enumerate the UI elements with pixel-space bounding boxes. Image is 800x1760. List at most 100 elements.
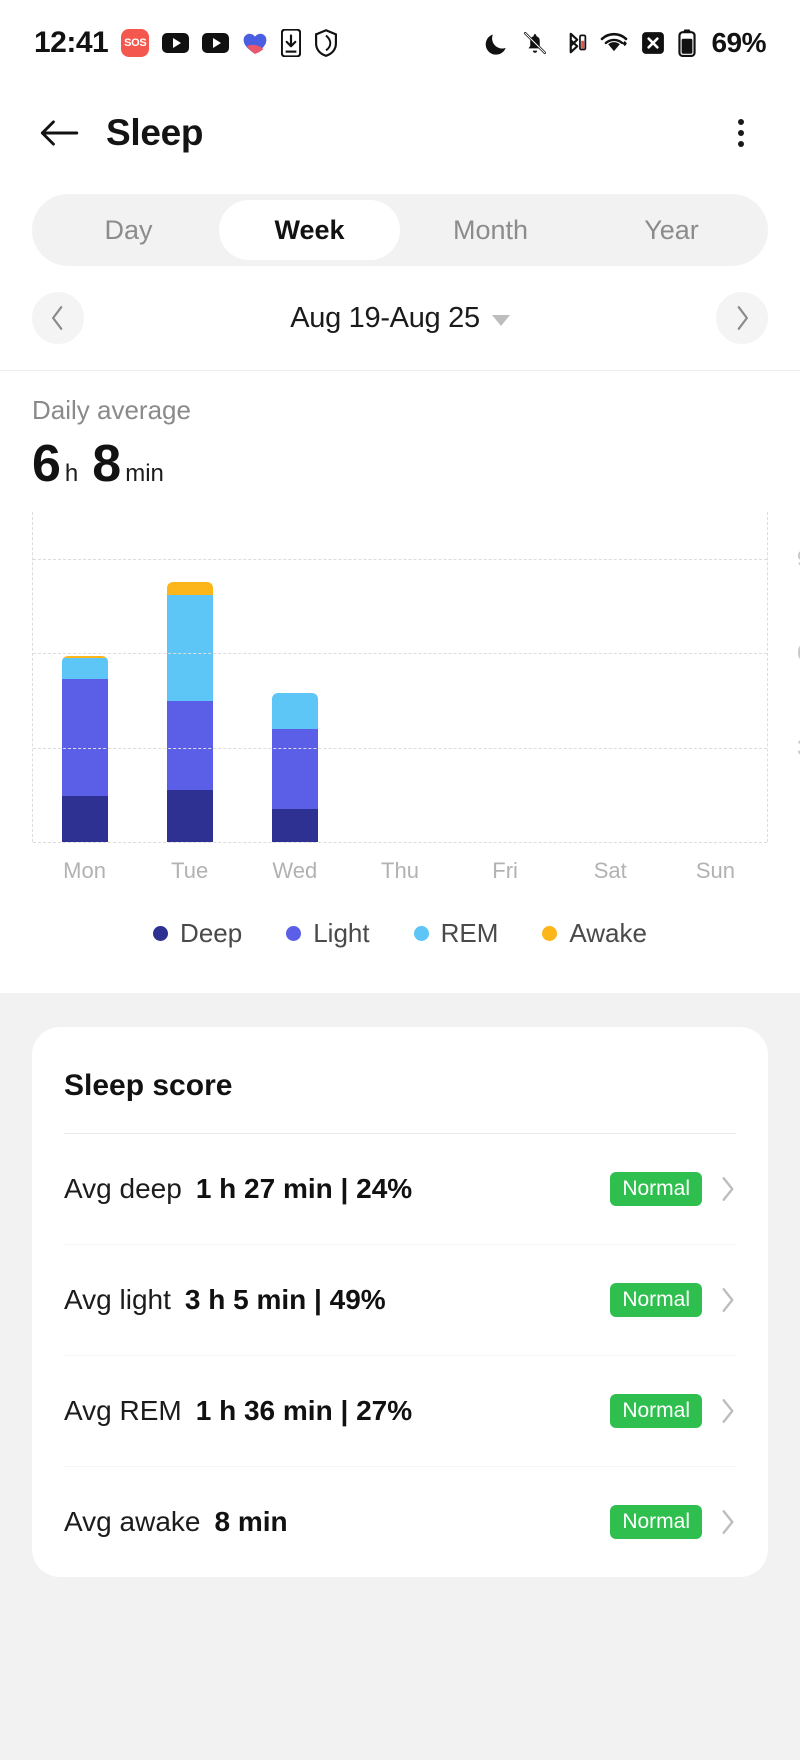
chart-bar-column[interactable] — [662, 512, 767, 842]
tab-year[interactable]: Year — [581, 200, 762, 260]
page-title: Sleep — [106, 112, 204, 153]
chevron-right-icon[interactable] — [720, 1397, 736, 1425]
wifi-icon — [600, 31, 628, 55]
chart-gridline — [33, 653, 767, 655]
tab-week[interactable]: Week — [219, 200, 400, 260]
more-vertical-icon[interactable] — [718, 110, 764, 156]
back-arrow-icon[interactable] — [36, 110, 82, 156]
status-time: 12:41 — [34, 26, 109, 59]
sleep-score-title: Sleep score — [64, 1069, 233, 1102]
score-row-text: Avg deep 1 h 27 min | 24% — [64, 1173, 412, 1205]
chart-bar-segment-rem — [272, 692, 319, 729]
chart-bar-column[interactable] — [138, 512, 243, 842]
tab-day[interactable]: Day — [38, 200, 219, 260]
chart-bar-segment-light — [272, 728, 319, 809]
chart-bar-segment-deep — [62, 796, 109, 842]
bell-muted-icon — [522, 30, 548, 56]
sos-icon: SOS — [121, 29, 150, 57]
chart-day-label: Thu — [381, 858, 419, 883]
youtube-icon — [162, 33, 190, 53]
average-hours: 6 — [32, 435, 61, 493]
chevron-right-icon[interactable] — [720, 1508, 736, 1536]
chart-baseline — [33, 842, 767, 843]
legend-label: Light — [313, 918, 370, 948]
chart-stacked-bar[interactable] — [167, 582, 214, 842]
status-badge: Normal — [610, 1504, 702, 1540]
daily-average-label: Daily average — [32, 395, 191, 425]
chart-day-label: Wed — [272, 858, 318, 883]
sleep-score-card: Sleep score Avg deep 1 h 27 min | 24% Norm… — [32, 1027, 768, 1577]
score-row-value: 8 min — [214, 1506, 288, 1537]
chart-gridline — [33, 747, 767, 749]
average-minutes: 8 — [92, 435, 121, 493]
legend-dot-light — [286, 926, 302, 941]
date-navigator: Aug 19-Aug 25 — [0, 266, 800, 370]
chart-bar-segment-light — [167, 700, 214, 791]
app-download-icon — [281, 29, 302, 57]
chart-legend: Deep Light REM Awake — [32, 918, 768, 993]
score-row-label: Avg light — [64, 1284, 171, 1315]
chart-day-label: Tue — [171, 858, 209, 883]
score-row-label: Avg deep — [64, 1173, 182, 1204]
status-badge: Normal — [610, 1282, 702, 1318]
moon-dnd-icon — [485, 30, 509, 56]
chart-stacked-bar[interactable] — [272, 692, 319, 842]
battery-percent: 69% — [711, 27, 766, 58]
daily-average-value: 6 h 8 min — [32, 438, 768, 490]
shield-icon — [314, 29, 338, 57]
chart-bar-segment-deep — [272, 809, 319, 842]
score-row-value: 1 h 27 min | 24% — [195, 1173, 413, 1204]
chart-day-label: Mon — [63, 858, 106, 883]
date-range-label: Aug 19-Aug 25 — [290, 301, 480, 334]
chart-day-label: Fri — [492, 858, 518, 883]
caret-down-icon — [491, 314, 510, 326]
chart-bar-segment-deep — [167, 790, 214, 842]
chart-plot-area: 9H6H3H — [32, 512, 800, 843]
chart-bar-column[interactable] — [348, 512, 453, 842]
chart-bar-column[interactable] — [452, 512, 557, 842]
legend-dot-rem — [413, 926, 429, 941]
chart-x-axis-labels: Mon Tue Wed Thu Fri Sat Sun — [32, 858, 768, 884]
score-row-value: 3 h 5 min | 49% — [184, 1284, 386, 1315]
chart-bar-segment-light — [62, 678, 109, 797]
status-bar-left: 12:41 SOS — [34, 26, 338, 60]
legend-label: Awake — [569, 918, 647, 948]
legend-item-deep: Deep — [153, 918, 242, 949]
legend-item-rem: REM — [413, 918, 499, 949]
status-badge: Normal — [610, 1393, 702, 1429]
bluetooth-battery-icon — [561, 30, 587, 56]
score-row-value: 1 h 36 min | 27% — [195, 1395, 413, 1426]
prev-period-button[interactable] — [32, 292, 84, 344]
daily-average-block: Daily average 6 h 8 min — [0, 371, 800, 490]
chart-bar-segment-awake — [167, 582, 214, 596]
chevron-right-icon[interactable] — [720, 1286, 736, 1314]
chevron-right-icon[interactable] — [720, 1175, 736, 1203]
chart-bars — [33, 512, 767, 842]
legend-item-light: Light — [286, 918, 370, 949]
tab-month[interactable]: Month — [400, 200, 581, 260]
score-row-text: Avg awake 8 min — [64, 1506, 288, 1538]
chart-bar-column[interactable] — [243, 512, 348, 842]
chart-bar-segment-rem — [62, 658, 109, 679]
chart-bar-column[interactable] — [557, 512, 662, 842]
legend-label: REM — [440, 918, 499, 948]
status-bar: 12:41 SOS 69% — [0, 0, 800, 86]
chart-stacked-bar[interactable] — [62, 655, 109, 842]
legend-label: Deep — [180, 918, 243, 948]
date-range-selector[interactable]: Aug 19-Aug 25 — [84, 302, 716, 335]
sleep-score-row[interactable]: Avg awake 8 min Normal — [64, 1467, 736, 1577]
sleep-score-row[interactable]: Avg REM 1 h 36 min | 27% Normal — [64, 1356, 736, 1466]
sleep-score-row[interactable]: Avg deep 1 h 27 min | 24% Normal — [64, 1134, 736, 1244]
status-bar-right: 69% — [485, 27, 766, 59]
app-bar: Sleep — [0, 86, 800, 180]
chart-day-label: Sat — [593, 858, 627, 883]
score-row-label: Avg awake — [64, 1506, 201, 1537]
score-row-label: Avg REM — [64, 1395, 182, 1426]
next-period-button[interactable] — [716, 292, 768, 344]
chart-day-label: Sun — [695, 858, 735, 883]
battery-icon — [678, 29, 697, 57]
sleep-score-rows: Avg deep 1 h 27 min | 24% Normal Avg light 3… — [64, 1134, 736, 1577]
sleep-score-row[interactable]: Avg light 3 h 5 min | 49% Normal — [64, 1245, 736, 1355]
score-row-text: Avg light 3 h 5 min | 49% — [64, 1284, 386, 1316]
chart-bar-column[interactable] — [33, 512, 138, 842]
